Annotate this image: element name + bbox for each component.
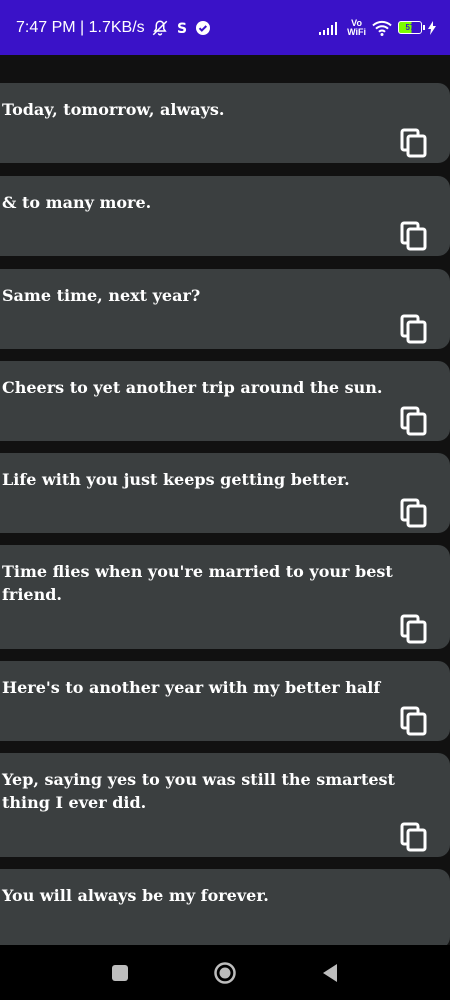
storage-s-icon: S	[175, 20, 189, 36]
copy-button[interactable]	[398, 405, 430, 437]
status-left: 7:47 PM | 1.7KB/s S	[16, 19, 211, 37]
triangle-back-icon	[323, 964, 337, 982]
message-card[interactable]: Same time, next year?	[0, 269, 450, 349]
message-card[interactable]: Life with you just keeps getting better.	[0, 453, 450, 533]
svg-text:S: S	[177, 21, 187, 36]
copy-button[interactable]	[398, 821, 430, 853]
navigation-bar	[0, 945, 450, 1000]
message-card[interactable]: Time flies when you're married to your b…	[0, 545, 450, 649]
signal-icon	[319, 21, 341, 35]
recents-button[interactable]	[100, 953, 140, 993]
message-card[interactable]: You will always be my forever.	[0, 869, 450, 945]
copy-icon	[400, 706, 427, 736]
copy-button[interactable]	[398, 613, 430, 645]
battery-level: 57	[405, 23, 415, 32]
copy-icon	[400, 314, 427, 344]
back-button[interactable]	[310, 953, 350, 993]
message-text: Life with you just keeps getting better.	[2, 470, 350, 489]
message-text: Here's to another year with my better ha…	[2, 678, 381, 697]
copy-icon	[400, 221, 427, 251]
message-list[interactable]: Today, tomorrow, always. & to many more.…	[0, 55, 450, 945]
circle-icon	[214, 962, 236, 984]
message-text: Cheers to yet another trip around the su…	[2, 378, 383, 397]
battery-icon: 57	[398, 21, 425, 34]
message-card[interactable]: Cheers to yet another trip around the su…	[0, 361, 450, 441]
vowifi-bottom: WiFi	[347, 26, 366, 37]
copy-icon	[400, 822, 427, 852]
copy-icon	[400, 128, 427, 158]
status-right: Vo WiFi 57	[319, 18, 436, 37]
copy-button[interactable]	[398, 220, 430, 252]
copy-button[interactable]	[398, 127, 430, 159]
status-bar: 7:47 PM | 1.7KB/s S Vo WiFi 57	[0, 0, 450, 55]
copy-button[interactable]	[398, 313, 430, 345]
copy-button[interactable]	[398, 705, 430, 737]
message-text: Time flies when you're married to your b…	[2, 562, 393, 604]
message-card[interactable]: & to many more.	[0, 176, 450, 256]
message-text: & to many more.	[2, 193, 152, 212]
message-text: Same time, next year?	[2, 286, 201, 305]
copy-icon	[400, 498, 427, 528]
home-button[interactable]	[205, 953, 245, 993]
check-circle-icon	[195, 20, 211, 36]
message-text: Yep, saying yes to you was still the sma…	[2, 770, 395, 812]
copy-button[interactable]	[398, 497, 430, 529]
message-text: Today, tomorrow, always.	[2, 100, 225, 119]
square-icon	[112, 965, 128, 981]
message-text: You will always be my forever.	[2, 886, 269, 905]
copy-icon	[400, 406, 427, 436]
message-card[interactable]: Yep, saying yes to you was still the sma…	[0, 753, 450, 857]
notifications-off-icon	[151, 19, 169, 37]
copy-icon	[400, 614, 427, 644]
charging-bolt-icon	[428, 20, 436, 35]
status-time-speed: 7:47 PM | 1.7KB/s	[16, 18, 145, 36]
message-card[interactable]: Today, tomorrow, always.	[0, 83, 450, 163]
vowifi-indicator: Vo WiFi	[347, 18, 366, 37]
wifi-icon	[372, 20, 392, 36]
message-card[interactable]: Here's to another year with my better ha…	[0, 661, 450, 741]
